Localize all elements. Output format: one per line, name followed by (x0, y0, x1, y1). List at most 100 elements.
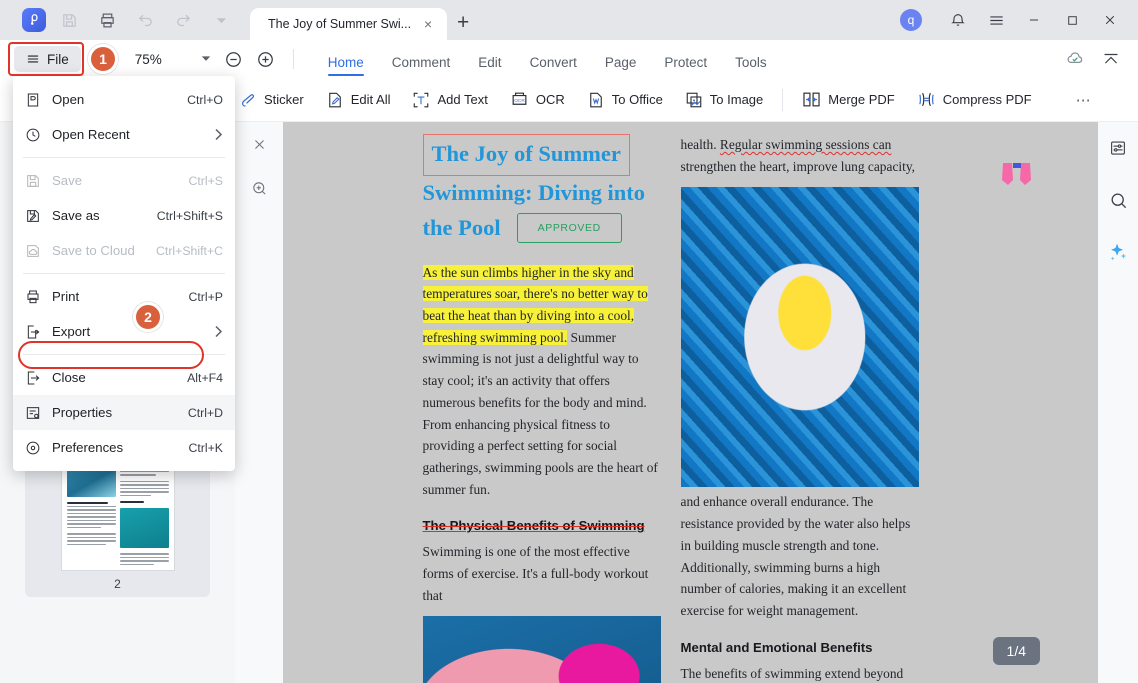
document-title-line2: Swimming: Diving into (422, 179, 646, 205)
menu-separator (23, 354, 225, 355)
document-viewport[interactable]: The Joy of Summer Swimming: Diving into … (283, 122, 1098, 683)
chevron-down-icon[interactable] (206, 5, 236, 35)
menu-icon[interactable] (978, 3, 1014, 37)
pink-highlighter-icon (999, 161, 1035, 187)
menu-item-preferences[interactable]: Preferences Ctrl+K (13, 430, 235, 465)
menu-item-label: Properties (52, 405, 113, 420)
ribbon-tab-home[interactable]: Home (314, 42, 378, 76)
tool-merge-pdf[interactable]: Merge PDF (791, 83, 905, 117)
close-panel-icon[interactable] (235, 122, 283, 166)
redo-icon[interactable] (168, 5, 198, 35)
ribbon-tab-convert[interactable]: Convert (516, 42, 591, 76)
menu-item-save: Save Ctrl+S (13, 163, 235, 198)
tool-compress-pdf[interactable]: Compress PDF (906, 83, 1043, 117)
toolbar-overflow-button[interactable]: ⋯ (1065, 83, 1103, 117)
page-indicator: 1/4 (992, 637, 1040, 665)
tool-label: OCR (535, 92, 565, 107)
tool-to-image[interactable]: To Image (674, 83, 774, 117)
zoom-out-button[interactable] (219, 44, 249, 74)
menu-item-shortcut: Ctrl+Shift+S (156, 208, 223, 223)
document-right-column: health. Regular swimming sessions can st… (680, 134, 919, 683)
app-window: The Joy of Summer Swi... × + q File 75% … (0, 0, 1138, 683)
cloud-sync-icon[interactable] (1060, 44, 1090, 74)
zoom-in-button[interactable] (251, 44, 281, 74)
close-icon[interactable]: × (419, 16, 437, 32)
print-icon[interactable] (92, 5, 122, 35)
menu-item-close[interactable]: Close Alt+F4 (13, 360, 235, 395)
cloud-save-icon (25, 243, 41, 259)
tool-sticker[interactable]: Sticker (228, 83, 315, 117)
menu-item-label: Open (52, 92, 85, 107)
divider (782, 88, 784, 111)
tool-label: Compress PDF (942, 92, 1032, 107)
bell-icon[interactable] (940, 3, 976, 37)
document-paragraph-4: The benefits of swimming extend beyond t… (680, 665, 904, 681)
ribbon-tab-page[interactable]: Page (591, 42, 651, 76)
tool-add-text[interactable]: Add Text (401, 83, 498, 117)
ribbon-tab-label: Protect (664, 55, 708, 70)
save-as-icon (25, 208, 41, 224)
menu-item-save-to-cloud: Save to Cloud Ctrl+Shift+C (13, 233, 235, 268)
ribbon-tab-tools[interactable]: Tools (721, 42, 781, 76)
menu-item-open[interactable]: Open Ctrl+O (13, 82, 235, 117)
ribbon-tab-label: Convert (529, 55, 577, 70)
document-image-flamingo (422, 616, 661, 683)
document-left-column: The Joy of Summer Swimming: Diving into … (422, 134, 661, 683)
menu-item-shortcut: Alt+F4 (187, 370, 223, 385)
ribbon-tab-label: Page (604, 55, 637, 70)
document-paragraph-2: Swimming is one of the most effective fo… (422, 544, 649, 603)
menu-item-label: Close (52, 370, 86, 385)
document-heading-physical-benefits: The Physical Benefits of Swimming (422, 518, 645, 534)
tool-ocr[interactable]: OCR OCR (499, 83, 576, 117)
tool-to-office[interactable]: To Office (576, 83, 674, 117)
tool-label: Merge PDF (828, 92, 895, 107)
add-text-icon (412, 91, 430, 109)
menu-item-shortcut: Ctrl+O (187, 92, 223, 107)
close-button[interactable] (1092, 3, 1128, 37)
ribbon-tab-edit[interactable]: Edit (464, 42, 515, 76)
tool-edit-all[interactable]: Edit All (315, 83, 402, 117)
menu-item-shortcut: Ctrl+D (187, 405, 223, 420)
chevron-down-icon[interactable] (195, 53, 217, 65)
tab-strip: The Joy of Summer Swi... × + (250, 0, 479, 40)
save-icon[interactable] (54, 5, 84, 35)
menu-item-open-recent[interactable]: Open Recent (13, 117, 235, 152)
sticker-icon (239, 91, 257, 109)
document-title: The Joy of Summer Swimming: Diving into … (422, 134, 661, 246)
search-icon[interactable] (1102, 184, 1134, 216)
undo-icon[interactable] (130, 5, 160, 35)
clock-icon (25, 127, 41, 143)
zoom-thumbnail-icon[interactable] (235, 166, 283, 210)
edit-all-icon (326, 91, 344, 109)
to-image-icon (685, 91, 703, 109)
properties-panel-icon[interactable] (1102, 132, 1134, 164)
menu-item-export[interactable]: Export (13, 314, 235, 349)
zoom-control: 75% (135, 44, 281, 74)
right-rail (1098, 122, 1138, 683)
callout-badge-1: 1 (88, 44, 118, 74)
ribbon-tab-label: Tools (735, 55, 767, 70)
menu-item-shortcut: Ctrl+Shift+C (156, 243, 223, 258)
approved-stamp: APPROVED (516, 213, 622, 244)
document-tab[interactable]: The Joy of Summer Swi... × (250, 8, 448, 40)
menu-item-label: Export (52, 324, 91, 339)
menu-item-print[interactable]: Print Ctrl+P (13, 279, 235, 314)
close-doc-icon (25, 370, 41, 386)
collapse-ribbon-icon[interactable] (1096, 44, 1126, 74)
save-icon (25, 173, 41, 189)
avatar[interactable]: q (900, 9, 922, 31)
properties-menu-item[interactable]: Properties Ctrl+D (13, 395, 235, 430)
ribbon-tab-protect[interactable]: Protect (650, 42, 721, 76)
maximize-button[interactable] (1054, 3, 1090, 37)
ribbon-tab-comment[interactable]: Comment (378, 42, 465, 76)
document-right-top-text: health. Regular swimming sessions can st… (681, 134, 919, 177)
minimize-button[interactable] (1016, 3, 1052, 37)
document-title-line3: the Pool (422, 214, 501, 240)
document-title-line1: The Joy of Summer (422, 134, 630, 176)
menu-item-save-as[interactable]: Save as Ctrl+Shift+S (13, 198, 235, 233)
zoom-value[interactable]: 75% (135, 52, 193, 67)
new-tab-button[interactable]: + (447, 7, 479, 39)
overflow-label: ⋯ (1075, 91, 1092, 109)
file-button[interactable]: File (14, 46, 81, 72)
ai-sparkle-icon[interactable] (1102, 236, 1134, 268)
